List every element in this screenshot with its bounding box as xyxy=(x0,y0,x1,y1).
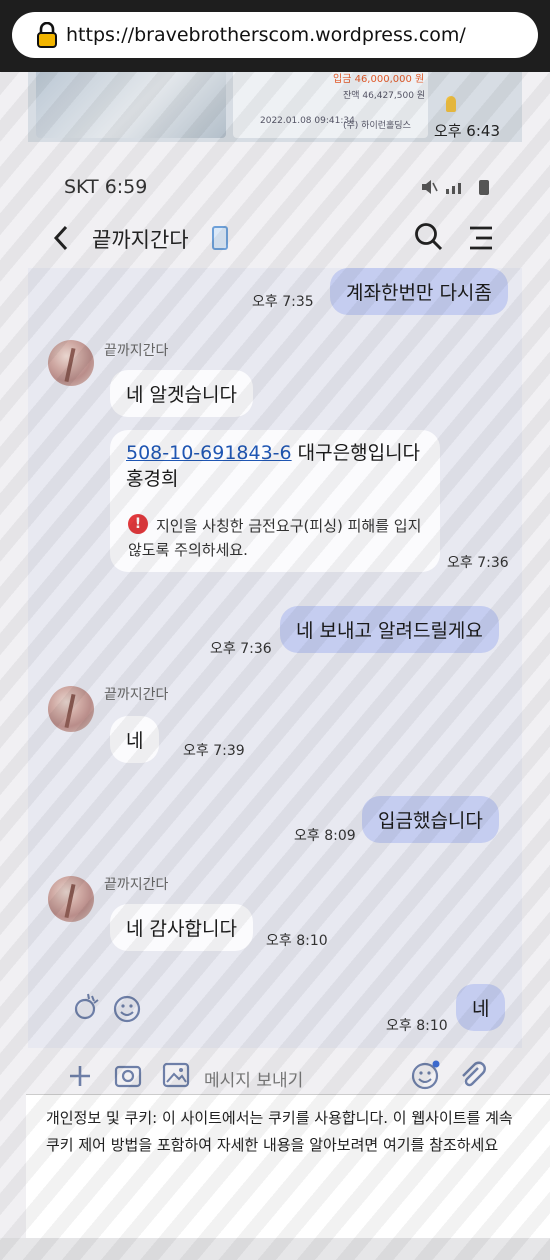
bulb-icon xyxy=(446,96,456,112)
message-time: 오후 7:39 xyxy=(183,743,245,759)
camera-icon[interactable] xyxy=(114,1062,142,1088)
receipt-timestamp: 2022.01.08 09:41:34 xyxy=(260,116,355,126)
bank-name: 대구은행입니다 xyxy=(291,442,421,464)
message-bubble-outgoing[interactable]: 네 xyxy=(456,984,506,1031)
page-footer-strip xyxy=(0,1238,550,1260)
attach-icon[interactable] xyxy=(458,1060,488,1090)
avatar[interactable] xyxy=(48,876,94,922)
back-arrow-icon[interactable] xyxy=(50,224,72,252)
previous-screenshot: 입금 46,000,000 원 잔액 46,427,500 원 2022.01.… xyxy=(28,62,522,142)
sender-name: 끝까지간다 xyxy=(104,343,169,359)
message-time: 오후 7:36 xyxy=(447,555,509,571)
message-bubble-incoming[interactable]: 네 xyxy=(110,716,160,763)
lock-icon xyxy=(37,22,57,48)
message-time: 오후 8:10 xyxy=(266,933,328,949)
search-icon[interactable] xyxy=(414,222,444,252)
message-bubble-incoming[interactable]: 508-10-691843-6 대구은행입니다 홍경희 ! 지인을 사칭한 금전… xyxy=(110,430,440,572)
phone-badge-icon xyxy=(212,226,228,250)
browser-toolbar: https://bravebrotherscom.wordpress.com/ xyxy=(0,0,550,72)
emoji-reaction-icon[interactable] xyxy=(112,994,142,1024)
receipt-photo xyxy=(36,62,226,138)
cookie-notice-line-2[interactable]: 쿠키 제어 방법을 포함하여 자세한 내용을 알아보려면 여기를 참조하세요 xyxy=(46,1132,550,1159)
receipt-company: (주) 하이런홀딩스 xyxy=(343,121,411,131)
mute-icon xyxy=(422,180,438,194)
sender-name: 끝까지간다 xyxy=(104,877,169,893)
url-text: https://bravebrotherscom.wordpress.com/ xyxy=(66,24,466,46)
phishing-warning: 지인을 사칭한 금전요구(피싱) 피해를 입지 않도록 주의하세요. xyxy=(128,517,422,559)
cookie-notice-line-1: 개인정보 및 쿠키: 이 사이트에서는 쿠키를 사용합니다. 이 웹사이트를 계… xyxy=(46,1109,513,1127)
message-bubble-incoming[interactable]: 네 감사합니다 xyxy=(110,904,253,951)
phone-status-bar: SKT 6:59 xyxy=(0,170,550,206)
message-input[interactable]: 메시지 보내기 xyxy=(204,1066,303,1091)
carrier-time: SKT 6:59 xyxy=(64,176,148,198)
avatar[interactable] xyxy=(48,340,94,386)
emoji-icon[interactable] xyxy=(410,1060,440,1090)
account-holder: 홍경희 xyxy=(126,468,179,490)
message-bubble-outgoing[interactable]: 입금했습니다 xyxy=(362,796,499,843)
message-time: 오후 7:35 xyxy=(252,294,314,310)
message-bubble-incoming[interactable]: 네 알겟습니다 xyxy=(110,370,253,417)
message-input-bar: 메시지 보내기 xyxy=(28,1052,522,1098)
address-bar[interactable]: https://bravebrotherscom.wordpress.com/ xyxy=(12,12,538,58)
cookie-banner: 개인정보 및 쿠키: 이 사이트에서는 쿠키를 사용합니다. 이 웹사이트를 계… xyxy=(26,1094,550,1238)
battery-icon xyxy=(479,180,489,195)
signal-icon xyxy=(446,183,461,194)
chat-room-title: 끝까지간다 xyxy=(92,228,189,252)
account-line: 508-10-691843-6 대구은행입니다 xyxy=(126,438,420,465)
message-time: 오후 8:09 xyxy=(294,828,356,844)
status-icons xyxy=(420,178,490,196)
sparkle-icon[interactable] xyxy=(72,992,102,1022)
sender-name: 끝까지간다 xyxy=(104,687,169,703)
account-number-link[interactable]: 508-10-691843-6 xyxy=(126,442,292,464)
avatar[interactable] xyxy=(48,686,94,732)
balance-amount: 잔액 46,427,500 원 xyxy=(343,91,426,101)
deposit-amount: 입금 46,000,000 원 xyxy=(333,74,425,85)
gallery-icon[interactable] xyxy=(162,1062,190,1088)
message-time: 오후 8:10 xyxy=(386,1018,448,1034)
chat-header: 끝까지간다 xyxy=(0,214,550,264)
message-bubble-outgoing[interactable]: 계좌한번만 다시좀 xyxy=(330,268,508,315)
prev-message-time: 오후 6:43 xyxy=(433,122,500,140)
message-bubble-outgoing[interactable]: 네 보내고 알려드릴게요 xyxy=(280,606,499,653)
plus-icon[interactable] xyxy=(68,1064,92,1088)
message-time: 오후 7:36 xyxy=(210,641,272,657)
menu-icon[interactable] xyxy=(466,224,496,252)
